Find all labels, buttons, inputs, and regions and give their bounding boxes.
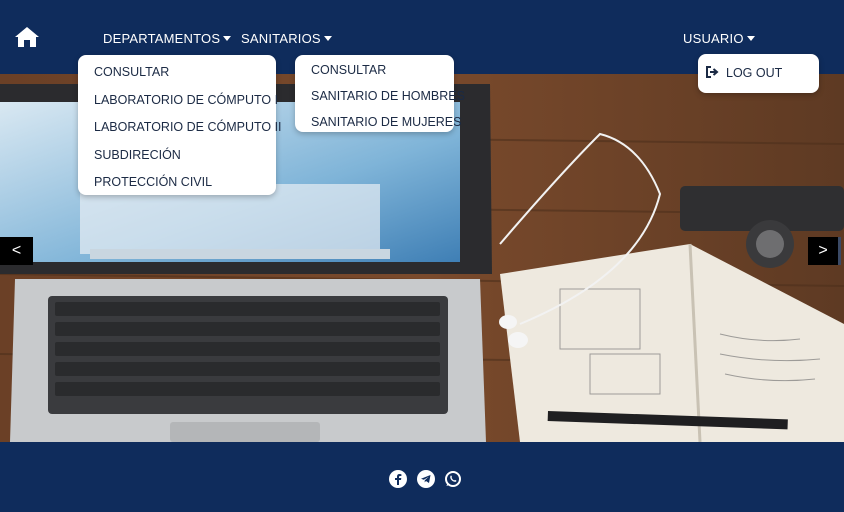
nav-sanitarios[interactable]: SANITARIOS [241, 31, 332, 46]
san-item-consultar[interactable]: CONSULTAR [311, 63, 454, 89]
caret-down-icon [223, 36, 232, 41]
nav-usuario[interactable]: USUARIO [683, 31, 755, 46]
san-item-hombres[interactable]: SANITARIO DE HOMBRES [311, 89, 465, 115]
dept-item-proteccion-civil[interactable]: PROTECCIÓN CIVIL [94, 175, 276, 203]
caret-down-icon [323, 36, 332, 41]
logout-button[interactable]: LOG OUT [706, 66, 819, 80]
carousel-prev-button[interactable]: < [0, 237, 33, 265]
nav-sanitarios-label: SANITARIOS [241, 31, 321, 46]
home-icon[interactable] [14, 26, 40, 48]
dropdown-departamentos: CONSULTAR LABORATORIO DE CÓMPUTO I LABOR… [78, 55, 282, 195]
whatsapp-icon[interactable] [444, 470, 462, 488]
logout-label: LOG OUT [726, 66, 783, 80]
dept-item-laboratorio-1[interactable]: LABORATORIO DE CÓMPUTO I [94, 93, 278, 121]
dept-item-laboratorio-2[interactable]: LABORATORIO DE CÓMPUTO II [94, 120, 282, 148]
dept-item-consultar[interactable]: CONSULTAR [94, 65, 276, 93]
logout-icon [706, 66, 719, 78]
caret-down-icon [746, 36, 755, 41]
carousel-next-button[interactable]: > [808, 237, 841, 265]
nav-departamentos[interactable]: DEPARTAMENTOS [103, 31, 232, 46]
dropdown-sanitarios: CONSULTAR SANITARIO DE HOMBRES SANITARIO… [295, 55, 465, 132]
dropdown-usuario: LOG OUT [698, 54, 819, 93]
nav-usuario-label: USUARIO [683, 31, 744, 46]
telegram-icon[interactable] [417, 470, 435, 488]
dept-item-subdirecion[interactable]: SUBDIRECIÓN [94, 148, 276, 176]
san-item-mujeres[interactable]: SANITARIO DE MUJERES [311, 115, 461, 141]
facebook-icon[interactable] [389, 470, 407, 488]
nav-departamentos-label: DEPARTAMENTOS [103, 31, 221, 46]
